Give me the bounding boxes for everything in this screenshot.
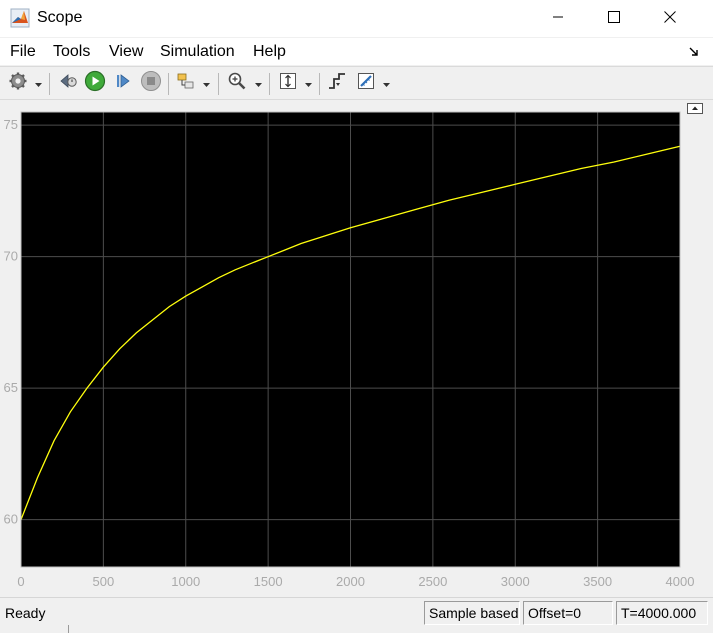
stop-icon <box>140 70 162 97</box>
measure-icon <box>356 71 376 96</box>
chevron-down-icon <box>304 74 312 92</box>
status-time: T=4000.000 <box>616 601 708 625</box>
menu-help[interactable]: Help <box>253 42 286 62</box>
step-back-icon <box>58 71 78 96</box>
status-bar: Ready Sample based Offset=0 T=4000.000 <box>0 597 713 633</box>
toolbar-separator <box>269 73 270 95</box>
menu-simulation[interactable]: Simulation <box>160 42 235 62</box>
settings-dropdown[interactable] <box>33 72 43 94</box>
status-sample-mode: Sample based <box>424 601 520 625</box>
triggers-button[interactable] <box>326 72 348 94</box>
status-ready: Ready <box>5 605 46 621</box>
close-icon <box>664 10 676 28</box>
zoom-in-icon <box>227 71 247 96</box>
y-tick-label: 70 <box>4 249 18 264</box>
highlight-block-dropdown[interactable] <box>201 72 211 94</box>
status-divider <box>0 625 69 633</box>
toolbar-separator <box>319 73 320 95</box>
x-tick-label: 2000 <box>336 574 365 589</box>
settings-button[interactable] <box>7 72 29 94</box>
x-tick-label: 1500 <box>254 574 283 589</box>
toolbar-separator <box>218 73 219 95</box>
x-tick-label: 1000 <box>171 574 200 589</box>
title-bar[interactable]: Scope <box>0 0 713 37</box>
matlab-logo-icon <box>10 8 30 28</box>
x-tick-label: 4000 <box>666 574 695 589</box>
undock-icon[interactable] <box>687 101 703 114</box>
trigger-icon <box>327 71 347 96</box>
run-icon <box>84 70 106 97</box>
cursor-measurements-dropdown[interactable] <box>381 72 391 94</box>
y-tick-label: 65 <box>4 380 18 395</box>
step-forward-button[interactable] <box>112 72 134 94</box>
menu-bar: File Tools View Simulation Help <box>0 38 713 65</box>
toolbar-separator <box>49 73 50 95</box>
scope-plot[interactable]: 0 500 1000 1500 2000 2500 3000 3500 4000 60 65 70 75 <box>0 100 713 595</box>
chevron-down-icon <box>254 74 262 92</box>
menu-view[interactable]: View <box>109 42 143 62</box>
cursor-measurements-button[interactable] <box>355 72 377 94</box>
zoom-dropdown[interactable] <box>253 72 263 94</box>
dock-arrow-icon[interactable] <box>687 44 701 58</box>
x-tick-label: 0 <box>17 574 24 589</box>
step-forward-icon <box>113 71 133 96</box>
y-tick-label: 75 <box>4 117 18 132</box>
minimize-button[interactable] <box>535 0 581 37</box>
scale-axes-dropdown[interactable] <box>303 72 313 94</box>
step-back-button[interactable] <box>57 72 79 94</box>
stop-button[interactable] <box>140 70 162 97</box>
menu-file[interactable]: File <box>10 42 36 62</box>
autoscale-icon <box>278 71 298 96</box>
highlight-block-button[interactable] <box>175 72 197 94</box>
minimize-icon <box>552 10 564 28</box>
x-tick-label: 3000 <box>501 574 530 589</box>
maximize-button[interactable] <box>591 0 637 37</box>
gear-icon <box>8 71 28 96</box>
y-tick-label: 60 <box>4 512 18 527</box>
status-offset: Offset=0 <box>523 601 613 625</box>
chevron-down-icon <box>34 74 42 92</box>
x-tick-label: 500 <box>93 574 115 589</box>
close-button[interactable] <box>647 0 693 37</box>
maximize-icon <box>608 10 620 28</box>
chevron-down-icon <box>382 74 390 92</box>
x-tick-label: 3500 <box>583 574 612 589</box>
toolbar-separator <box>168 73 169 95</box>
run-button[interactable] <box>84 70 106 97</box>
block-highlight-icon <box>176 71 196 96</box>
menu-tools[interactable]: Tools <box>53 42 90 62</box>
scope-window: Scope File Tools View Simulation Help 0 … <box>0 0 713 633</box>
toolbar <box>0 66 713 100</box>
chevron-down-icon <box>202 74 210 92</box>
scale-axes-button[interactable] <box>277 72 299 94</box>
window-title: Scope <box>37 9 83 26</box>
x-tick-label: 2500 <box>418 574 447 589</box>
zoom-button[interactable] <box>226 72 248 94</box>
